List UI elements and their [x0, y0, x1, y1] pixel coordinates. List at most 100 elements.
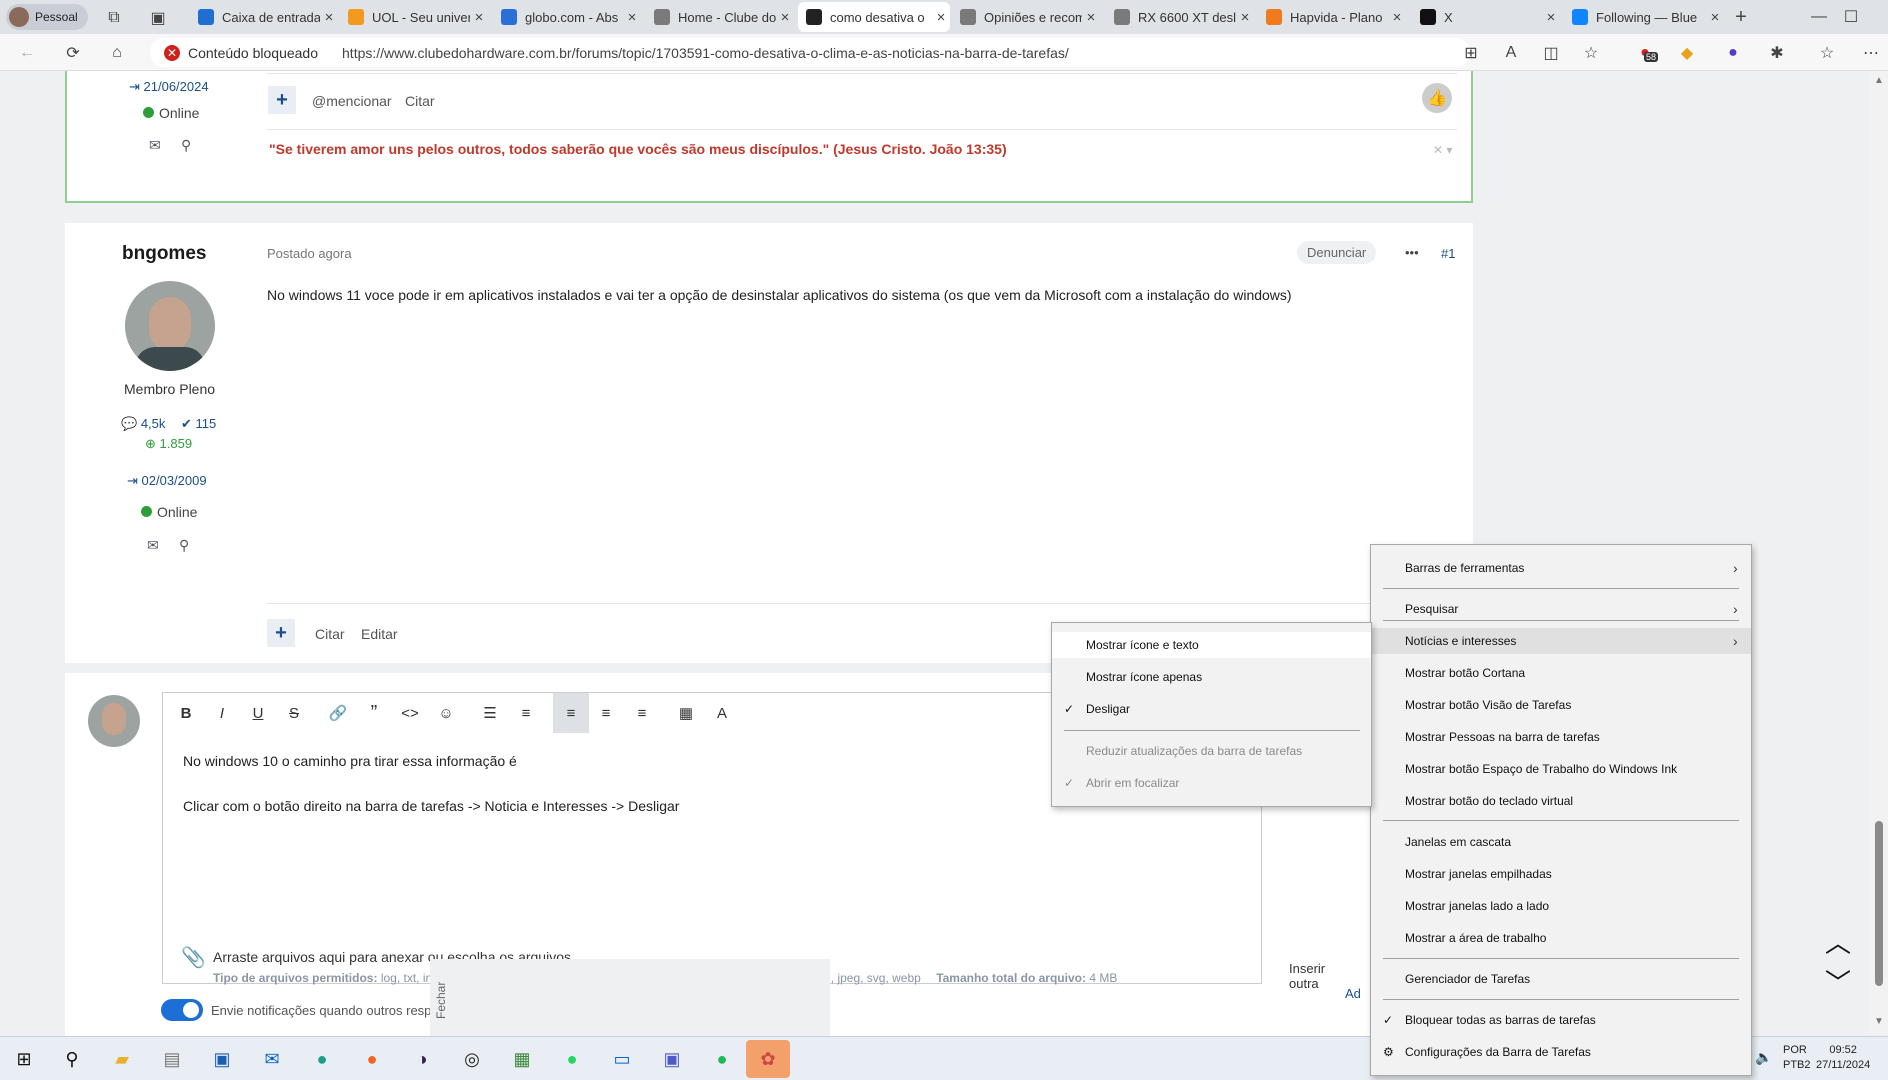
author-name[interactable]: bngomes [122, 243, 206, 265]
split-screen-icon[interactable]: ◫ [1540, 42, 1562, 64]
context-menu-item[interactable]: Mostrar botão Visão de Tarefas [1371, 692, 1751, 718]
browser-tab[interactable]: como desativa o × [798, 2, 950, 32]
file-explorer-icon[interactable]: ▰ [106, 1043, 138, 1075]
tab-close-icon[interactable]: × [1542, 9, 1560, 26]
code-icon[interactable]: <> [395, 693, 425, 733]
whatsapp-icon[interactable]: ● [556, 1043, 588, 1075]
previous-post-mail-icon[interactable]: ✉ [149, 137, 161, 154]
context-menu-item[interactable]: Notícias e interesses › [1371, 628, 1751, 654]
post-mail-icon[interactable]: ✉ [147, 537, 159, 554]
report-button[interactable]: Denunciar [1297, 241, 1377, 264]
address-field[interactable]: ✕ Conteúdo bloqueado https://www.clubedo… [150, 38, 1470, 67]
like-icon[interactable]: 👍 [1422, 83, 1452, 113]
browser-tab[interactable]: Caixa de entrada × [190, 2, 338, 32]
outlook-icon[interactable]: ✉ [256, 1043, 288, 1075]
signature-close-icon[interactable]: ✕ ▾ [1433, 143, 1452, 157]
page-scrollbar[interactable]: ▲ ▼ [1870, 71, 1888, 1036]
previous-quote-link[interactable]: Citar [405, 93, 435, 109]
context-menu-item[interactable]: Barras de ferramentas › [1371, 555, 1751, 581]
table-icon[interactable]: ▦ [671, 693, 701, 733]
browser-tab[interactable]: globo.com - Abs × [493, 2, 641, 32]
tab-actions-icon[interactable]: ▣ [148, 8, 168, 28]
bullet-list-icon[interactable]: ☰ [475, 693, 505, 733]
submenu-item[interactable]: Mostrar ícone e texto [1052, 632, 1371, 658]
add-button-partial[interactable]: Ad [1345, 986, 1361, 1001]
extension-icon-3[interactable]: ● [1722, 42, 1744, 64]
context-menu-item[interactable]: ⚙ Configurações da Barra de Tarefas [1371, 1039, 1751, 1065]
browser-tab[interactable]: UOL - Seu univer × [340, 2, 488, 32]
context-menu-item[interactable]: Pesquisar › [1371, 596, 1751, 622]
read-aloud-icon[interactable]: A [1500, 42, 1522, 64]
post-search-icon[interactable]: ⚲ [179, 537, 189, 554]
blocked-label[interactable]: Conteúdo bloqueado [188, 45, 318, 61]
notify-toggle[interactable] [161, 999, 203, 1021]
previous-post-search-icon[interactable]: ⚲ [181, 137, 191, 154]
volume-icon[interactable]: 🔈 [1755, 1049, 1772, 1066]
tab-close-icon[interactable]: × [623, 9, 641, 26]
remote-desktop-icon[interactable]: ▭ [606, 1043, 638, 1075]
emoji-icon[interactable]: ☺ [431, 693, 461, 733]
new-tab-icon[interactable]: + [1730, 6, 1752, 28]
profile-button[interactable]: Pessoal [6, 4, 88, 30]
browser-tab[interactable]: X × [1412, 2, 1560, 32]
scroll-up-arrow-icon[interactable]: ▲ [1874, 75, 1884, 86]
minimize-icon[interactable]: — [1808, 6, 1830, 28]
sheet-app-icon[interactable]: ▦ [506, 1043, 538, 1075]
tab-close-icon[interactable]: × [470, 9, 488, 26]
scroll-thumb[interactable] [1875, 821, 1883, 986]
align-left-icon[interactable]: ≡ [553, 693, 589, 733]
context-menu-item[interactable]: Mostrar botão Espaço de Trabalho do Wind… [1371, 756, 1751, 782]
quote-link[interactable]: Citar [315, 626, 345, 642]
editor-line-1[interactable]: No windows 10 o caminho pra tirar essa i… [183, 753, 517, 769]
scroll-down-button[interactable]: ﹀ [1825, 963, 1851, 1000]
browser-tab[interactable]: Hapvida - Plano × [1258, 2, 1406, 32]
browser-tab[interactable]: RX 6600 XT deslig × [1106, 2, 1254, 32]
firefox-icon[interactable]: ● [356, 1043, 388, 1075]
extension-icon-2[interactable]: ◆ [1676, 42, 1698, 64]
italic-button[interactable]: I [207, 693, 237, 733]
link-icon[interactable]: 🔗 [323, 693, 353, 733]
context-menu-item[interactable]: Mostrar botão do teclado virtual [1371, 788, 1751, 814]
settings-more-icon[interactable]: ⋯ [1860, 42, 1882, 64]
context-menu-item[interactable]: Mostrar janelas empilhadas [1371, 861, 1751, 887]
url-text[interactable]: https://www.clubedohardware.com.br/forum… [342, 45, 1069, 61]
clock[interactable]: 09:52 27/11/2024 [1816, 1043, 1870, 1073]
scroll-down-arrow-icon[interactable]: ▼ [1874, 1016, 1884, 1027]
post-number-link[interactable]: #1 [1441, 246, 1455, 261]
teams-icon[interactable]: ▣ [656, 1043, 688, 1075]
underline-button[interactable]: U [243, 693, 273, 733]
active-app-icon[interactable]: ✿ [746, 1040, 790, 1078]
close-side-tab[interactable]: Fechar [430, 959, 830, 1036]
steam-icon[interactable]: ◎ [456, 1043, 488, 1075]
strikethrough-button[interactable]: S [279, 693, 309, 733]
favorite-star-icon[interactable]: ☆ [1580, 42, 1602, 64]
align-center-icon[interactable]: ≡ [591, 693, 621, 733]
extensions-puzzle-icon[interactable]: ✱ [1766, 42, 1788, 64]
app-available-icon[interactable]: ⊞ [1460, 42, 1482, 64]
store-icon[interactable]: ▣ [206, 1043, 238, 1075]
bold-button[interactable]: B [171, 693, 201, 733]
context-menu-item[interactable]: Gerenciador de Tarefas [1371, 966, 1751, 992]
refresh-icon[interactable]: ⟳ [62, 42, 84, 64]
tab-close-icon[interactable]: × [1236, 9, 1254, 26]
context-menu-item[interactable]: ✓ Bloquear todas as barras de tarefas [1371, 1007, 1751, 1033]
favorites-list-icon[interactable]: ☆ [1816, 42, 1838, 64]
context-menu-item[interactable]: Mostrar janelas lado a lado [1371, 893, 1751, 919]
workspaces-icon[interactable]: ⧉ [104, 8, 124, 28]
context-menu-item[interactable]: Janelas em cascata [1371, 829, 1751, 855]
edit-link[interactable]: Editar [361, 626, 398, 642]
tab-close-icon[interactable]: × [1388, 9, 1406, 26]
tab-close-icon[interactable]: × [1706, 9, 1724, 26]
home-icon[interactable]: ⌂ [106, 42, 128, 64]
browser-tab[interactable]: Following — Blue × [1564, 2, 1724, 32]
numbered-list-icon[interactable]: ≡ [511, 693, 541, 733]
back-icon[interactable]: ← [16, 42, 38, 64]
mention-link[interactable]: @mencionar [312, 93, 392, 109]
editor-line-2[interactable]: Clicar com o botão direito na barra de t… [183, 798, 679, 814]
tab-close-icon[interactable]: × [320, 9, 338, 26]
close-side-label[interactable]: Fechar [434, 982, 448, 1019]
tab-close-icon[interactable]: × [776, 9, 794, 26]
language-indicator[interactable]: POR PTB2 [1783, 1043, 1811, 1073]
post-plus-button[interactable]: + [267, 619, 295, 647]
notepad-icon[interactable]: ▤ [156, 1043, 188, 1075]
